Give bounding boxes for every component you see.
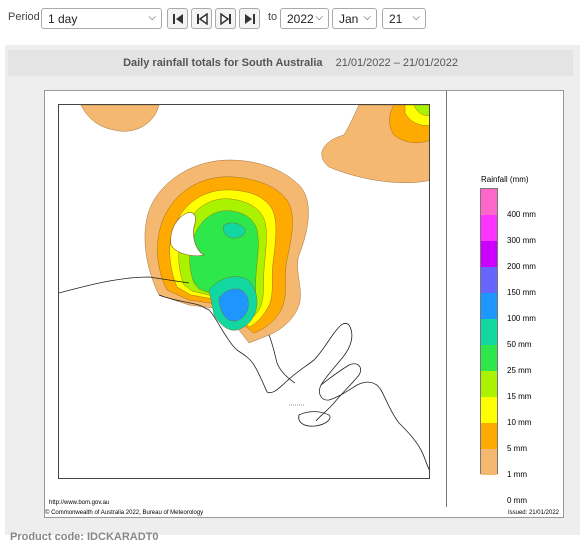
map-title: Daily rainfall totals for South Australi… — [123, 57, 323, 69]
month-select-value: Jan — [339, 12, 359, 26]
legend-title: Rainfall (mm) — [481, 175, 529, 184]
legend-swatch — [481, 449, 497, 475]
period-controls: Period 1 day ⌵ to 2022 ⌵ Jan ⌵ 21 ⌵ — [0, 0, 580, 40]
last-button[interactable] — [239, 8, 260, 29]
chevron-down-icon: ⌵ — [363, 12, 371, 23]
legend-label: 300 mm — [507, 236, 536, 245]
rainfall-map-graphic — [59, 105, 429, 471]
legend-swatch — [481, 345, 497, 371]
previous-button[interactable] — [191, 8, 212, 29]
skip-first-icon — [173, 14, 183, 24]
legend-label: 1 mm — [507, 470, 527, 479]
period-select[interactable]: 1 day ⌵ — [41, 8, 162, 29]
legend-label: 15 mm — [507, 392, 532, 401]
legend-swatch — [481, 397, 497, 423]
legend-color-bar — [480, 188, 498, 475]
period-label: Period — [8, 11, 40, 23]
figure-divider — [446, 91, 447, 507]
legend-swatch — [481, 293, 497, 319]
legend-swatch — [481, 319, 497, 345]
legend-swatch — [481, 189, 497, 215]
period-select-value: 1 day — [48, 12, 78, 26]
legend-label: 100 mm — [507, 314, 536, 323]
legend-swatch — [481, 267, 497, 293]
skip-last-icon — [245, 14, 255, 24]
map-title-bar: Daily rainfall totals for South Australi… — [8, 50, 573, 76]
legend-label: 200 mm — [507, 262, 536, 271]
step-back-icon — [197, 13, 208, 25]
product-code: Product code: IDCKARADT0 — [10, 531, 159, 543]
legend-label: 0 mm — [507, 496, 527, 505]
day-select[interactable]: 21 ⌵ — [382, 8, 426, 29]
chevron-down-icon: ⌵ — [315, 12, 323, 23]
legend-swatch — [481, 215, 497, 241]
copyright-text: © Commonwealth of Australia 2022, Bureau… — [45, 510, 204, 516]
step-forward-icon — [220, 13, 231, 25]
legend-swatch — [481, 371, 497, 397]
legend-swatch — [481, 241, 497, 267]
legend-label: 150 mm — [507, 288, 536, 297]
next-button[interactable] — [215, 8, 236, 29]
to-label: to — [268, 11, 278, 23]
year-select-value: 2022 — [287, 12, 314, 26]
month-select[interactable]: Jan ⌵ — [332, 8, 377, 29]
map-date-range: 21/01/2022 – 21/01/2022 — [335, 57, 458, 69]
rainfall-map — [58, 104, 430, 479]
legend-label: 25 mm — [507, 366, 532, 375]
chevron-down-icon: ⌵ — [148, 12, 156, 23]
issued-date: Issued: 21/01/2022 — [507, 510, 559, 516]
year-select[interactable]: 2022 ⌵ — [280, 8, 329, 29]
legend-swatch — [481, 423, 497, 449]
legend-label: 10 mm — [507, 418, 532, 427]
legend-label: 50 mm — [507, 340, 532, 349]
legend-label: 400 mm — [507, 210, 536, 219]
chevron-down-icon: ⌵ — [412, 12, 420, 23]
first-button[interactable] — [167, 8, 188, 29]
legend-label: 5 mm — [507, 444, 527, 453]
rainfall-figure: Rainfall (mm) 400 mm 300 mm 200 mm 150 mm 10… — [44, 90, 564, 518]
day-select-value: 21 — [389, 12, 403, 26]
source-url: http://www.bom.gov.au — [49, 500, 110, 506]
